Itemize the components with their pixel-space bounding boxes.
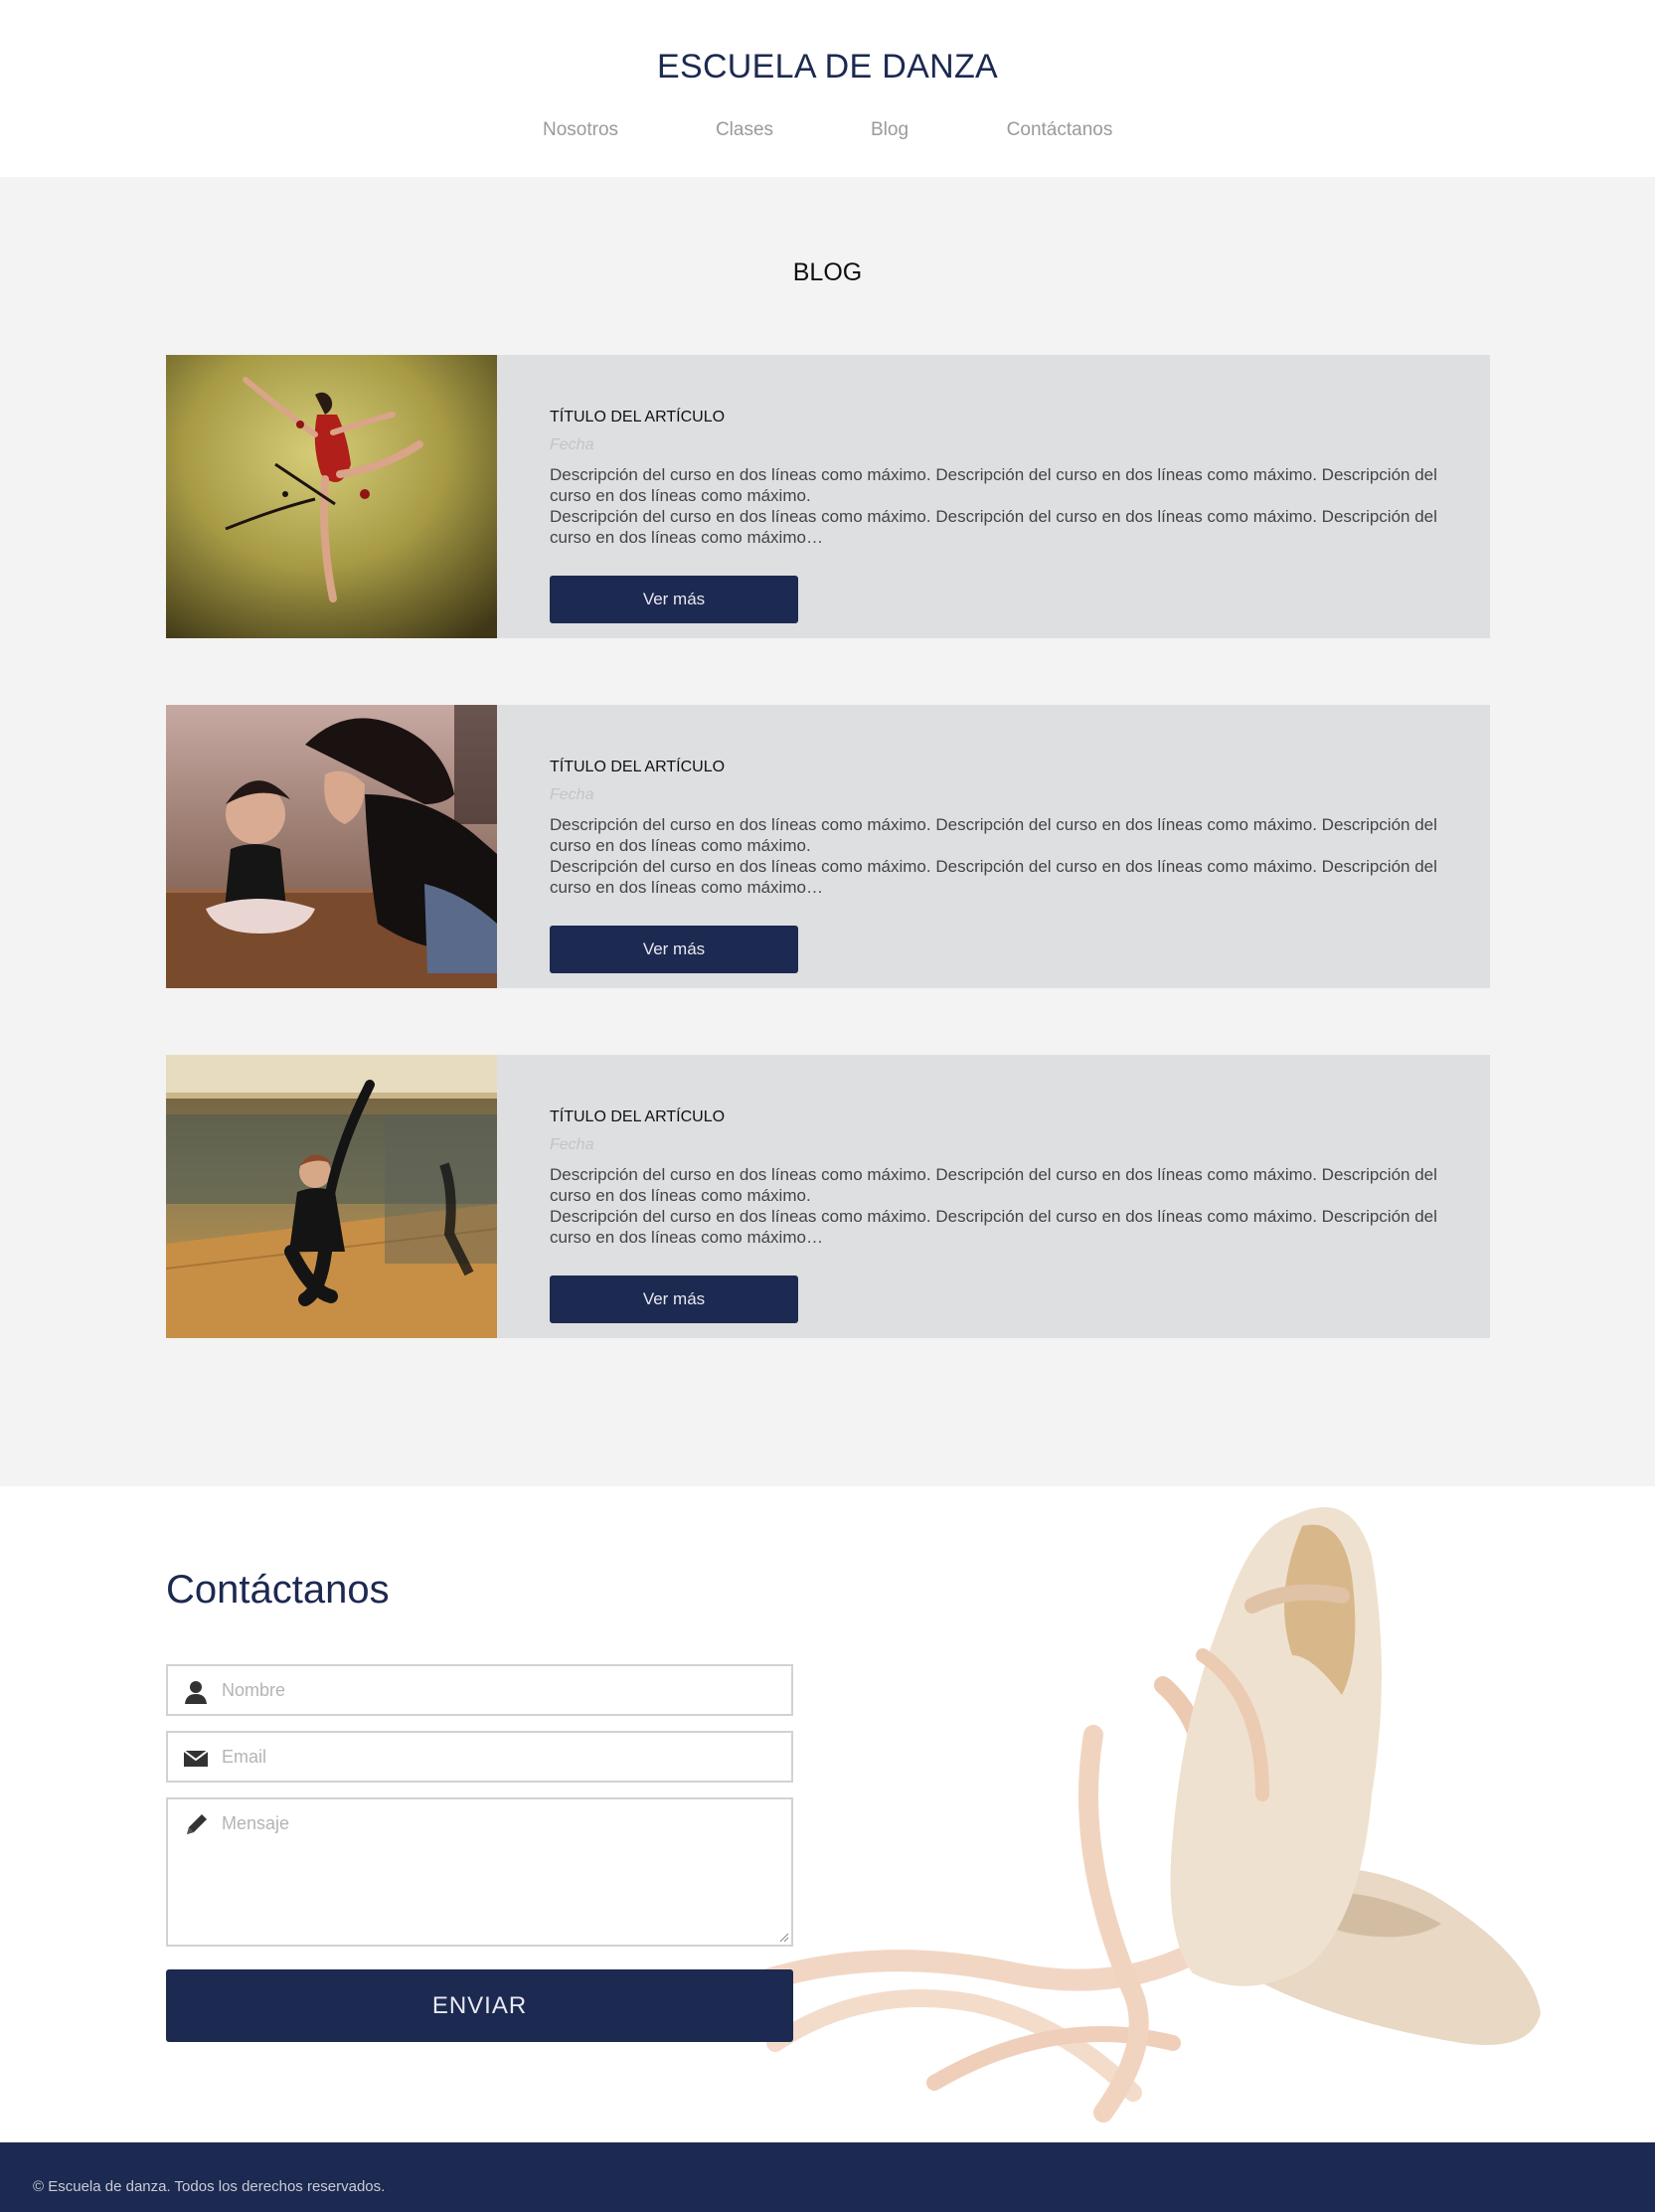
message-field — [166, 1797, 793, 1947]
main-nav: Nosotros Clases Blog Contáctanos — [0, 119, 1655, 149]
article-date: Fecha — [550, 1136, 594, 1153]
user-icon — [185, 1681, 207, 1704]
nav-item-nosotros[interactable]: Nosotros — [543, 119, 618, 141]
site-header: ESCUELA DE DANZA Nosotros Clases Blog Co… — [0, 0, 1655, 177]
article-description: Descripción del curso en dos líneas como… — [550, 464, 1444, 548]
name-input[interactable] — [220, 1666, 786, 1714]
article-description-line: Descripción del curso en dos líneas como… — [550, 1207, 1437, 1247]
article-description-line: Descripción del curso en dos líneas como… — [550, 1165, 1437, 1205]
copyright-text: © Escuela de danza. Todos los derechos r… — [33, 2178, 386, 2195]
blog-card: TÍTULO DEL ARTÍCULO Fecha Descripción de… — [166, 355, 1490, 638]
card-body: TÍTULO DEL ARTÍCULO Fecha Descripción de… — [550, 705, 1444, 988]
nav-item-clases[interactable]: Clases — [716, 119, 773, 141]
read-more-button[interactable]: Ver más — [550, 1276, 798, 1323]
article-title[interactable]: TÍTULO DEL ARTÍCULO — [550, 1108, 725, 1126]
blog-card: TÍTULO DEL ARTÍCULO Fecha Descripción de… — [166, 1055, 1490, 1338]
article-description-line: Descripción del curso en dos líneas como… — [550, 857, 1437, 897]
article-date: Fecha — [550, 786, 594, 803]
contact-heading: Contáctanos — [166, 1568, 390, 1612]
article-title[interactable]: TÍTULO DEL ARTÍCULO — [550, 759, 725, 776]
card-body: TÍTULO DEL ARTÍCULO Fecha Descripción de… — [550, 355, 1444, 638]
email-input[interactable] — [220, 1733, 786, 1781]
envelope-icon — [183, 1750, 209, 1767]
site-title[interactable]: ESCUELA DE DANZA — [0, 48, 1655, 86]
site-footer: © Escuela de danza. Todos los derechos r… — [0, 2142, 1655, 2212]
message-textarea[interactable] — [220, 1811, 786, 1941]
name-field — [166, 1664, 793, 1716]
ballet-shoes-photo — [745, 1507, 1541, 2123]
article-description-line: Descripción del curso en dos líneas como… — [550, 465, 1437, 505]
article-title[interactable]: TÍTULO DEL ARTÍCULO — [550, 409, 725, 426]
article-description-line: Descripción del curso en dos líneas como… — [550, 507, 1437, 547]
card-body: TÍTULO DEL ARTÍCULO Fecha Descripción de… — [550, 1055, 1444, 1338]
teacher-child-photo[interactable] — [166, 705, 497, 988]
pencil-icon — [187, 1814, 207, 1834]
article-description: Descripción del curso en dos líneas como… — [550, 814, 1444, 898]
article-description: Descripción del curso en dos líneas como… — [550, 1164, 1444, 1248]
article-date: Fecha — [550, 436, 594, 453]
resize-handle-icon[interactable] — [779, 1933, 789, 1943]
send-button[interactable]: ENVIAR — [166, 1969, 793, 2042]
dancer-photo[interactable] — [166, 355, 497, 638]
read-more-button[interactable]: Ver más — [550, 926, 798, 973]
email-field — [166, 1731, 793, 1783]
nav-item-blog[interactable]: Blog — [871, 119, 909, 141]
nav-item-contactanos[interactable]: Contáctanos — [1007, 119, 1113, 141]
studio-barre-photo[interactable] — [166, 1055, 497, 1338]
blog-section: BLOG TÍTULO DEL ARTÍCULO Fecha Descripci… — [0, 177, 1655, 1486]
article-description-line: Descripción del curso en dos líneas como… — [550, 815, 1437, 855]
blog-card: TÍTULO DEL ARTÍCULO Fecha Descripción de… — [166, 705, 1490, 988]
contact-section: Contáctanos ENVIAR — [0, 1486, 1655, 2142]
blog-heading: BLOG — [792, 258, 863, 286]
read-more-button[interactable]: Ver más — [550, 576, 798, 623]
